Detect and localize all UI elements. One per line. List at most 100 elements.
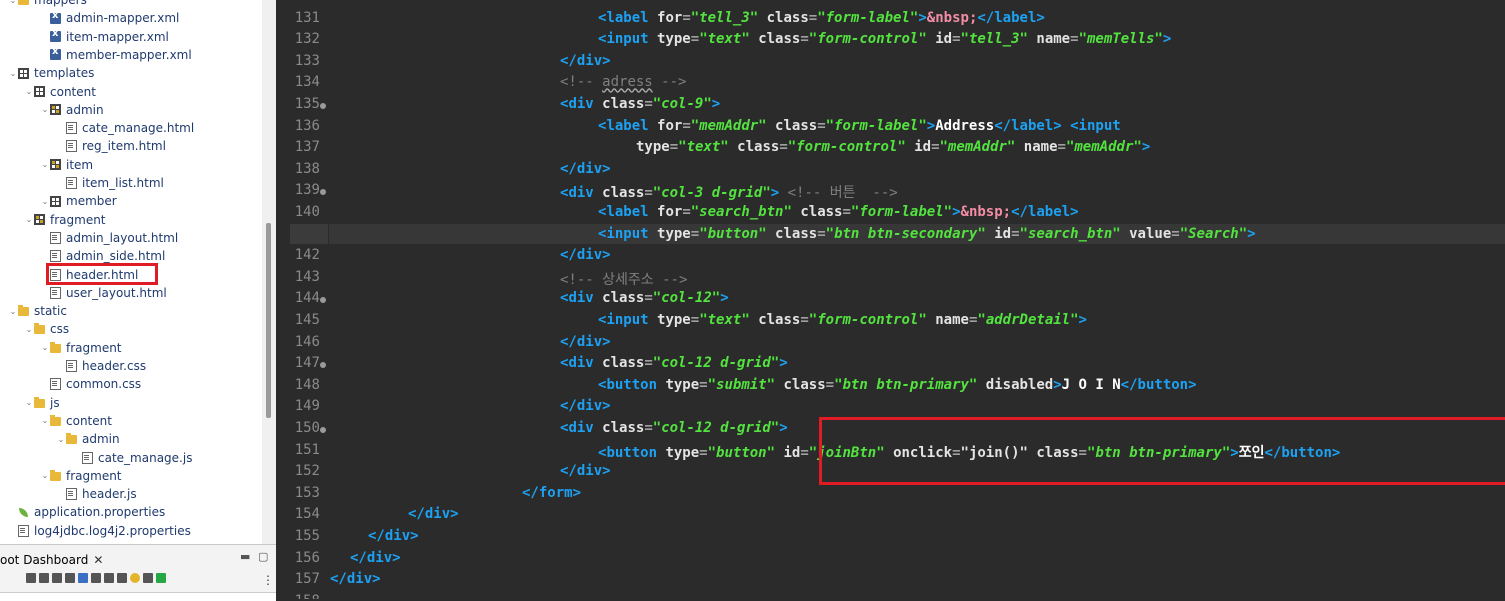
tree-item[interactable]: ⌄ content bbox=[0, 412, 262, 430]
code-token: > bbox=[572, 484, 582, 501]
link-icon[interactable] bbox=[91, 573, 101, 583]
tree-item[interactable]: reg_item.html bbox=[0, 137, 262, 155]
tree-item[interactable]: ⌄ js bbox=[0, 394, 262, 412]
tree-item[interactable]: member-mapper.xml bbox=[0, 46, 262, 64]
tree-expand-icon[interactable]: ⌄ bbox=[24, 398, 34, 407]
code-token: for bbox=[648, 117, 683, 134]
add-icon[interactable] bbox=[156, 573, 166, 583]
edit-icon[interactable] bbox=[104, 573, 114, 583]
tree-item-label: item-mapper.xml bbox=[66, 29, 169, 44]
code-line[interactable]: </div> bbox=[560, 334, 611, 350]
tree-item[interactable]: admin-mapper.xml bbox=[0, 9, 262, 27]
tree-expand-icon[interactable]: ⌄ bbox=[40, 105, 50, 114]
fold-marker-icon[interactable] bbox=[320, 189, 326, 196]
tree-item[interactable]: ⌄ mappers bbox=[0, 0, 262, 9]
tree-expand-icon[interactable]: ⌄ bbox=[40, 471, 50, 480]
lightbulb-icon[interactable] bbox=[130, 573, 140, 583]
tree-item[interactable]: header.css bbox=[0, 357, 262, 375]
code-line[interactable]: <button type="submit" class="btn btn-pri… bbox=[598, 377, 1197, 393]
stop-icon[interactable] bbox=[52, 573, 62, 583]
tree-item[interactable]: ⌄ fragment bbox=[0, 467, 262, 485]
tree-item[interactable]: ⌄ templates bbox=[0, 64, 262, 82]
tree-item[interactable]: item_list.html bbox=[0, 174, 262, 192]
tree-expand-icon[interactable]: ⌄ bbox=[24, 325, 34, 334]
tree-item[interactable]: header.js bbox=[0, 485, 262, 503]
tree-expand-icon[interactable]: ⌄ bbox=[8, 0, 18, 5]
dashboard-filter-input[interactable] bbox=[0, 592, 276, 601]
boot-dashboard-panel: oot Dashboard ✕ ▬ ▢ ⋮ bbox=[0, 544, 276, 601]
tree-item[interactable]: ⌄ content bbox=[0, 83, 262, 101]
minimize-icon[interactable]: ▬ bbox=[240, 550, 250, 563]
boot-dashboard-tab[interactable]: oot Dashboard ✕ bbox=[0, 550, 103, 570]
tree-expand-icon[interactable]: ⌄ bbox=[8, 307, 18, 316]
maximize-icon[interactable]: ▢ bbox=[258, 550, 268, 563]
package-icon bbox=[50, 159, 61, 171]
tree-item[interactable]: cate_manage.js bbox=[0, 449, 262, 467]
tree-expand-icon[interactable]: ⌄ bbox=[40, 343, 50, 352]
tree-item[interactable]: application.properties bbox=[0, 503, 262, 521]
tree-expand-icon[interactable]: ⌄ bbox=[40, 197, 50, 206]
code-line[interactable]: </div> bbox=[368, 528, 419, 544]
explorer-scrollbar-thumb[interactable] bbox=[266, 223, 271, 418]
tree-expand-icon[interactable]: ⌄ bbox=[24, 215, 34, 224]
code-line[interactable]: <!-- 상세주소 --> bbox=[560, 269, 687, 289]
code-editor[interactable]: 1301311321331341351361371381391401411421… bbox=[276, 0, 1505, 599]
code-line[interactable]: </div> bbox=[560, 161, 611, 177]
tree-item[interactable]: cate_manage.html bbox=[0, 119, 262, 137]
tree-item[interactable]: ⌄ fragment bbox=[0, 211, 262, 229]
tree-item[interactable]: admin_layout.html bbox=[0, 229, 262, 247]
code-line[interactable]: </form> bbox=[522, 485, 581, 501]
code-line[interactable]: </div> bbox=[560, 53, 611, 69]
close-icon[interactable]: ✕ bbox=[93, 553, 103, 567]
code-line[interactable]: <label for="memAddr" class="form-label">… bbox=[598, 118, 1121, 134]
refresh-icon[interactable] bbox=[65, 573, 75, 583]
tree-item[interactable]: log4jdbc.log4j2.properties bbox=[0, 522, 262, 540]
tree-item[interactable]: ⌄ css bbox=[0, 320, 262, 338]
view-menu-icon[interactable]: ⋮ bbox=[262, 573, 274, 587]
tree-item[interactable]: user_layout.html bbox=[0, 284, 262, 302]
fold-marker-icon[interactable] bbox=[320, 297, 326, 304]
filter-icon[interactable] bbox=[143, 573, 153, 583]
code-line[interactable]: </div> bbox=[408, 506, 459, 522]
fold-marker-icon[interactable] bbox=[320, 362, 326, 369]
tree-expand-icon[interactable]: ⌄ bbox=[40, 160, 50, 169]
tree-expand-icon[interactable]: ⌄ bbox=[8, 69, 18, 78]
fold-marker-icon[interactable] bbox=[320, 427, 326, 433]
tree-item[interactable]: ⌄ admin bbox=[0, 101, 262, 119]
tree-expand-icon[interactable]: ⌄ bbox=[40, 416, 50, 425]
code-line[interactable]: </div> bbox=[560, 398, 611, 414]
tree-item[interactable]: ⌄ item bbox=[0, 156, 262, 174]
tree-expand-icon[interactable]: ⌄ bbox=[24, 87, 34, 96]
code-line[interactable]: <input type="text" class="form-control" … bbox=[598, 312, 1087, 328]
tree-expand-icon[interactable]: ⌄ bbox=[56, 435, 66, 444]
code-line[interactable]: <label for="tell_3" class="form-label">&… bbox=[598, 10, 1045, 26]
code-line[interactable]: <label for="search_btn" class="form-labe… bbox=[598, 204, 1079, 220]
tree-item[interactable]: ⌄ fragment bbox=[0, 339, 262, 357]
code-line[interactable]: <div class="col-12 d-grid"> bbox=[560, 420, 788, 436]
code-line[interactable]: <input type="text" class="form-control" … bbox=[598, 31, 1171, 47]
code-line[interactable]: </div> bbox=[560, 463, 611, 479]
highlight-box-join-button bbox=[819, 417, 1505, 485]
console-icon[interactable] bbox=[78, 573, 88, 583]
tree-item[interactable]: common.css bbox=[0, 375, 262, 393]
code-line[interactable]: <!-- adress --> bbox=[560, 74, 686, 90]
code-line[interactable]: type="text" class="form-control" id="mem… bbox=[636, 139, 1150, 155]
code-line[interactable]: <div class="col-12"> bbox=[560, 290, 729, 306]
code-line[interactable]: <div class="col-9"> bbox=[560, 96, 720, 112]
code-line[interactable]: </div> bbox=[330, 571, 381, 587]
tree-item[interactable]: ⌄ static bbox=[0, 302, 262, 320]
start-icon[interactable] bbox=[26, 573, 36, 583]
tree-item[interactable]: ⌄ member bbox=[0, 192, 262, 210]
tree-item[interactable]: ⌄ admin bbox=[0, 430, 262, 448]
fold-marker-icon[interactable] bbox=[320, 103, 326, 109]
code-line[interactable]: <div class="col-4"> bbox=[560, 0, 720, 4]
code-line[interactable]: <input type="button" class="btn btn-seco… bbox=[598, 226, 1256, 242]
window-icon[interactable] bbox=[117, 573, 127, 583]
code-line[interactable]: </div> bbox=[560, 247, 611, 263]
debug-icon[interactable] bbox=[39, 573, 49, 583]
tree-item[interactable]: item-mapper.xml bbox=[0, 28, 262, 46]
code-line[interactable]: <div class="col-12 d-grid"> bbox=[560, 355, 788, 371]
boot-dashboard-tab-label: oot Dashboard bbox=[0, 553, 89, 567]
code-line[interactable]: </div> bbox=[350, 550, 401, 566]
code-line[interactable]: <div class="col-3 d-grid"> <!-- 버튼 --> bbox=[560, 182, 898, 202]
